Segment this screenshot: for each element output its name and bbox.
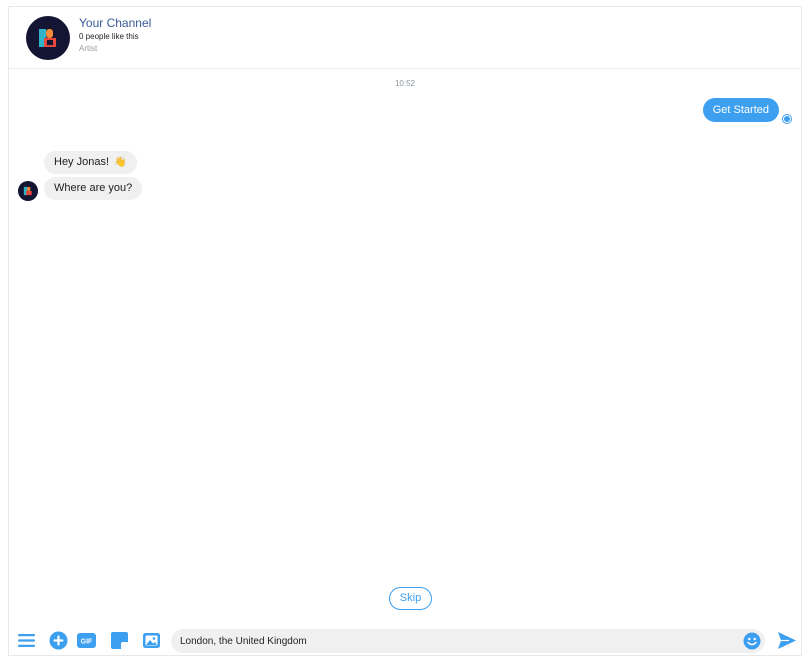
message-input[interactable] — [180, 629, 730, 653]
page-avatar[interactable] — [26, 16, 70, 60]
logo-icon — [39, 29, 56, 47]
message-timestamp: 10:52 — [394, 79, 416, 88]
wave-emoji-icon: 👋 — [114, 157, 127, 168]
send-icon[interactable] — [777, 631, 797, 650]
read-receipt-icon — [783, 115, 791, 123]
skip-quick-reply-button[interactable]: Skip — [389, 587, 432, 610]
page-likes: 0 people like this — [79, 32, 139, 41]
menu-icon[interactable] — [17, 631, 36, 650]
page-title[interactable]: Your Channel — [79, 16, 151, 30]
page-category: Artist — [79, 44, 98, 53]
gif-icon[interactable]: GIF — [77, 631, 96, 650]
plus-icon[interactable] — [49, 631, 68, 650]
page-header: Your Channel 0 people like this Artist — [9, 7, 801, 69]
svg-text:GIF: GIF — [81, 639, 93, 646]
incoming-message[interactable]: Where are you? — [44, 177, 143, 200]
message-text: Hey Jonas! — [54, 156, 110, 168]
image-icon[interactable] — [142, 631, 161, 650]
outgoing-message[interactable]: Get Started — [702, 98, 779, 122]
sticker-icon[interactable] — [110, 631, 129, 650]
incoming-message[interactable]: Hey Jonas! 👋 — [44, 151, 137, 174]
message-input-container — [171, 629, 765, 653]
smiley-icon[interactable] — [743, 632, 761, 650]
logo-icon — [23, 186, 32, 196]
message-composer: GIF — [9, 621, 801, 657]
message-text: Where are you? — [54, 182, 133, 194]
messenger-window: Your Channel 0 people like this Artist 1… — [8, 6, 802, 656]
sender-avatar — [18, 181, 38, 201]
